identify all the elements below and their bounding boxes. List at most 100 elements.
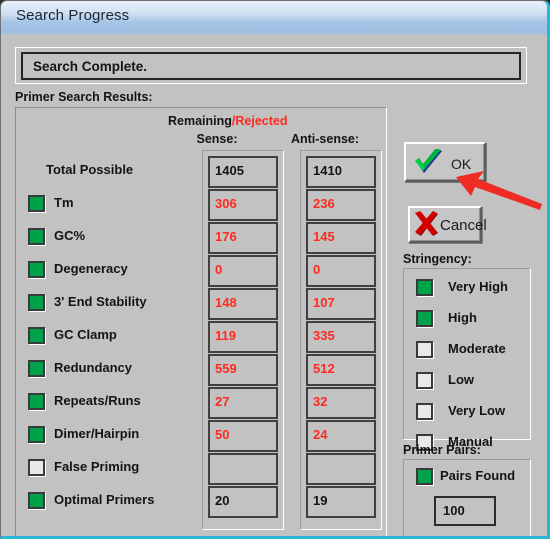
sense-value: 176 <box>215 229 237 244</box>
criteria-checkbox[interactable] <box>28 327 45 344</box>
sense-value: 559 <box>215 361 237 376</box>
primer-pairs-group: Pairs Found 100 <box>403 459 531 537</box>
sense-value-box: 0 <box>208 255 278 287</box>
primer-pairs-caption: Primer Pairs: <box>403 443 481 457</box>
sense-value: 0 <box>215 262 222 277</box>
stringency-checkbox[interactable] <box>416 403 433 420</box>
stringency-checkbox[interactable] <box>416 341 433 358</box>
remaining-label: Remaining <box>168 114 232 128</box>
stringency-label: High <box>448 310 477 325</box>
antisense-value: 19 <box>313 493 327 508</box>
antisense-value-box: 24 <box>306 420 376 452</box>
sense-value-box: 27 <box>208 387 278 419</box>
sense-value-box: 306 <box>208 189 278 221</box>
sense-value-box: 119 <box>208 321 278 353</box>
antisense-value-box: 107 <box>306 288 376 320</box>
window-client-area: Search Complete. Primer Search Results: … <box>1 34 547 536</box>
sense-value-box: 50 <box>208 420 278 452</box>
antisense-value-box: 32 <box>306 387 376 419</box>
stringency-label: Very High <box>448 279 508 294</box>
cancel-button[interactable]: Cancel <box>408 206 482 243</box>
criteria-row: GC% <box>16 222 196 255</box>
sense-value-box: 559 <box>208 354 278 386</box>
stringency-option[interactable]: High <box>404 304 532 335</box>
rejected-label: Rejected <box>235 114 287 128</box>
criteria-label: Dimer/Hairpin <box>54 426 139 441</box>
criteria-row: Repeats/Runs <box>16 387 196 420</box>
stringency-option[interactable]: Moderate <box>404 335 532 366</box>
criteria-row: Optimal Primers <box>16 486 196 519</box>
stringency-option[interactable]: Very Low <box>404 397 532 428</box>
antisense-value: 512 <box>313 361 335 376</box>
title-bar[interactable]: Search Progress <box>1 1 547 35</box>
antisense-value-box: 512 <box>306 354 376 386</box>
sense-value-box <box>208 453 278 485</box>
antisense-value: 107 <box>313 295 335 310</box>
criteria-label: GC Clamp <box>54 327 117 342</box>
stringency-checkbox[interactable] <box>416 279 433 296</box>
status-message-text: Search Complete. <box>33 59 147 74</box>
pairs-found-label: Pairs Found <box>440 468 515 483</box>
stringency-option[interactable]: Low <box>404 366 532 397</box>
criteria-checkbox[interactable] <box>28 195 45 212</box>
stringency-label: Low <box>448 372 474 387</box>
criteria-checkbox[interactable] <box>28 426 45 443</box>
green-check-icon <box>413 149 445 177</box>
sense-values-column: 1405 306 176 0 148 119 559 27 50 20 <box>202 150 284 530</box>
criteria-label: Repeats/Runs <box>54 393 141 408</box>
ok-button-label: OK <box>451 156 471 172</box>
antisense-value-box: 19 <box>306 486 376 518</box>
criteria-checkbox[interactable] <box>28 294 45 311</box>
stringency-group: Very HighHighModerateLowVery LowManual <box>403 268 531 440</box>
criteria-label-column: Total PossibleTmGC%Degeneracy3' End Stab… <box>16 156 196 519</box>
criteria-row: Tm <box>16 189 196 222</box>
remaining-rejected-header: Remaining/Rejected <box>168 114 288 128</box>
criteria-checkbox[interactable] <box>28 360 45 377</box>
antisense-value-box: 1410 <box>306 156 376 188</box>
antisense-value-box <box>306 453 376 485</box>
stringency-option[interactable]: Very High <box>404 273 532 304</box>
search-progress-window: Search Progress Search Complete. Primer … <box>0 0 550 539</box>
sense-column-header: Sense: <box>182 132 252 146</box>
criteria-checkbox[interactable] <box>28 228 45 245</box>
criteria-label: Redundancy <box>54 360 132 375</box>
stringency-label: Very Low <box>448 403 505 418</box>
criteria-row: 3' End Stability <box>16 288 196 321</box>
criteria-label: Optimal Primers <box>54 492 154 507</box>
antisense-values-column: 14102361450107335512322419 <box>300 150 382 530</box>
stringency-checkbox[interactable] <box>416 310 433 327</box>
sense-value-box: 148 <box>208 288 278 320</box>
stringency-checkbox[interactable] <box>416 372 433 389</box>
antisense-value-box: 236 <box>306 189 376 221</box>
antisense-value: 335 <box>313 328 335 343</box>
sense-value: 1405 <box>215 163 244 178</box>
sense-value-box: 20 <box>208 486 278 518</box>
criteria-checkbox[interactable] <box>28 261 45 278</box>
ok-button[interactable]: OK <box>404 142 486 182</box>
antisense-value: 1410 <box>313 163 342 178</box>
criteria-checkbox[interactable] <box>28 459 45 476</box>
results-column-headers: Remaining/Rejected Sense: Anti-sense: <box>16 108 388 156</box>
criteria-checkbox[interactable] <box>28 492 45 509</box>
criteria-checkbox[interactable] <box>28 393 45 410</box>
stringency-caption: Stringency: <box>403 252 472 266</box>
primer-search-results-caption: Primer Search Results: <box>15 90 153 104</box>
sense-value: 306 <box>215 196 237 211</box>
criteria-label: GC% <box>54 228 85 243</box>
criteria-row: Degeneracy <box>16 255 196 288</box>
criteria-row: False Priming <box>16 453 196 486</box>
sense-value: 50 <box>215 427 229 442</box>
antisense-value: 236 <box>313 196 335 211</box>
sense-value: 119 <box>215 328 236 343</box>
sense-value: 148 <box>215 295 237 310</box>
sense-value-box: 176 <box>208 222 278 254</box>
criteria-row: GC Clamp <box>16 321 196 354</box>
antisense-value-box: 145 <box>306 222 376 254</box>
antisense-value: 145 <box>313 229 335 244</box>
antisense-value: 24 <box>313 427 327 442</box>
pairs-found-checkbox[interactable] <box>416 468 433 485</box>
pairs-found-value-box: 100 <box>434 496 496 526</box>
criteria-row: Redundancy <box>16 354 196 387</box>
status-panel: Search Complete. <box>15 47 527 84</box>
criteria-label: 3' End Stability <box>54 294 147 309</box>
